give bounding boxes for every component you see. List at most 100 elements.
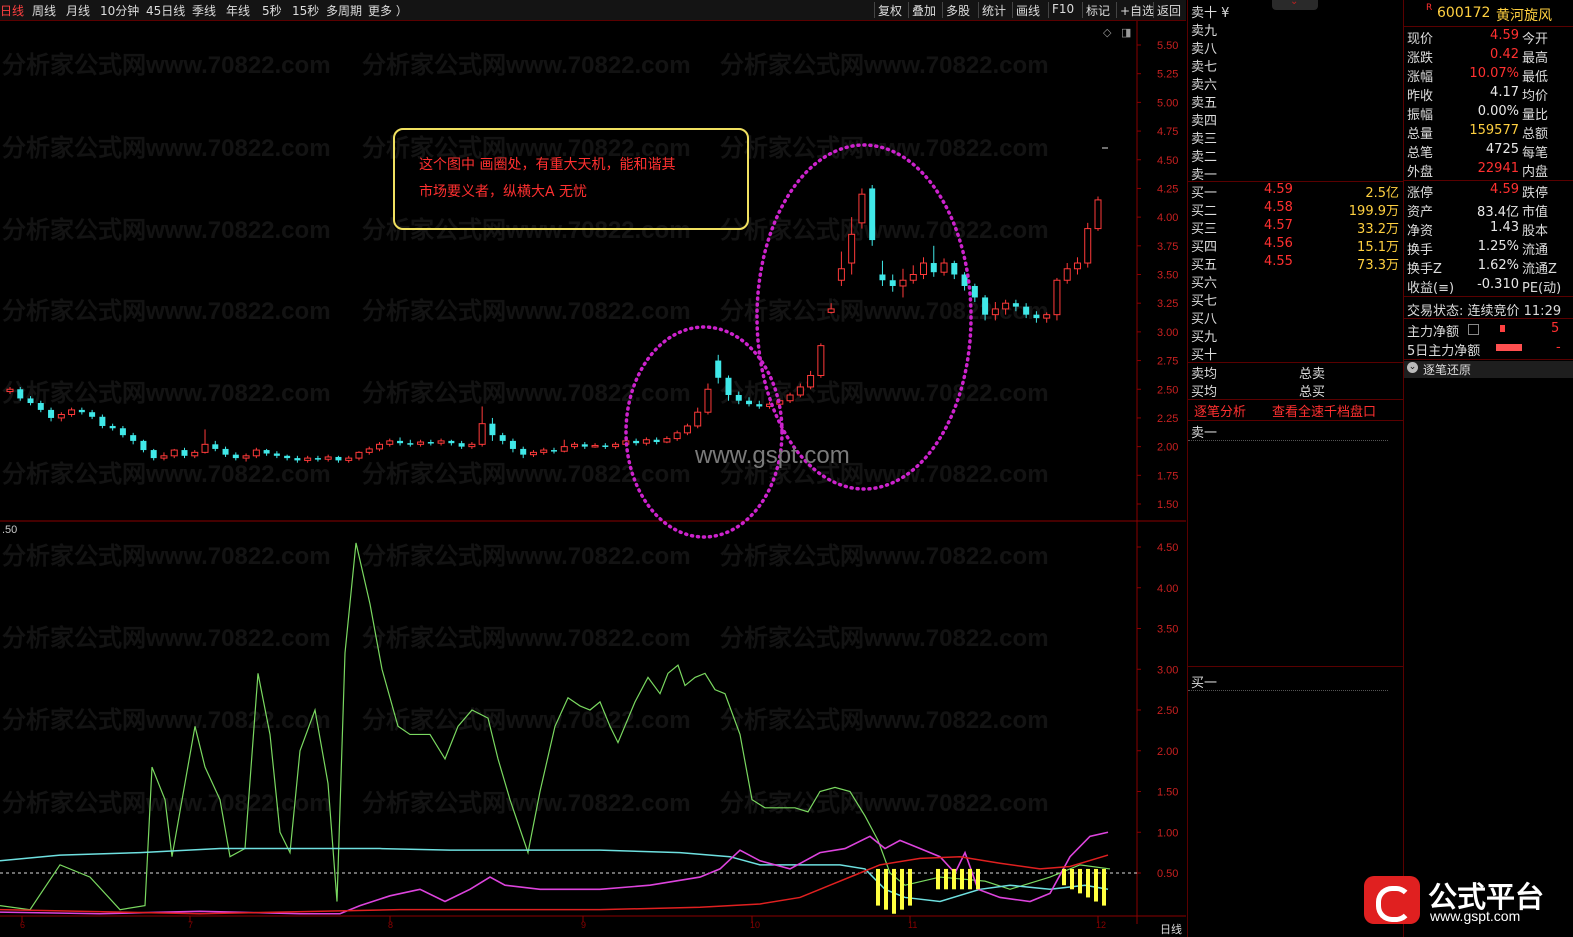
- histogram-bar: [1102, 868, 1106, 906]
- candle-body: [489, 423, 496, 436]
- red-indicator-line: [0, 854, 1109, 915]
- watermark-text: 分析家公式网www.70822.com: [2, 706, 331, 734]
- annotation-line-2: 市场要义者，纵横大A 无忧: [419, 184, 588, 200]
- candle-body: [551, 450, 557, 452]
- candle-body: [119, 428, 126, 436]
- sell-level-3: 卖三: [1191, 132, 1218, 147]
- annotation-box: 这个图中 画圈处，有重大天机，能和谐其 市场要义者，纵横大A 无忧: [393, 128, 749, 230]
- candle-body: [520, 448, 527, 455]
- tick-analysis-link[interactable]: 逐笔分析: [1194, 401, 1246, 420]
- candle-body: [212, 444, 219, 449]
- candle-body: [971, 285, 978, 298]
- buy-level-volume: 15.1万: [1357, 240, 1399, 255]
- indicator-axis-label: 0.50: [1157, 868, 1178, 880]
- candle-body: [899, 279, 907, 287]
- quote-right-label: 总额: [1522, 127, 1549, 142]
- info-icon[interactable]: [1468, 324, 1479, 335]
- histogram-bar: [976, 868, 980, 890]
- candle-body: [89, 412, 96, 417]
- candle-body: [982, 297, 989, 315]
- watermark-text: 分析家公式网www.70822.com: [2, 216, 331, 244]
- toolbar-divider: [942, 2, 943, 18]
- price-axis-label: 4.00: [1157, 212, 1178, 224]
- period-label: 日线: [1160, 923, 1182, 936]
- quote-right-label: PE(动): [1522, 281, 1562, 296]
- quote-right-label: 最高: [1522, 51, 1549, 66]
- buy-level-label: 买九: [1191, 330, 1218, 345]
- tool-button-4[interactable]: 画线: [1016, 2, 1040, 19]
- candle-body: [48, 409, 55, 418]
- buy-avg-label: 买均: [1191, 385, 1218, 400]
- tool-button-8[interactable]: 返回: [1157, 2, 1181, 19]
- toolbar-divider: [1012, 2, 1013, 18]
- quote-label: 昨收: [1407, 89, 1434, 104]
- candle-body: [540, 449, 548, 453]
- candle-body: [407, 443, 414, 445]
- quote-right-label: 量比: [1522, 108, 1549, 123]
- toolbar-divider: [1048, 2, 1049, 18]
- period-tab-10[interactable]: 更多 ）: [368, 2, 408, 19]
- period-tab-4[interactable]: 45日线: [146, 2, 185, 19]
- tool-button-0[interactable]: 复权: [878, 2, 902, 19]
- candle-body: [940, 262, 948, 273]
- buy-level-volume: 199.9万: [1348, 204, 1399, 219]
- period-tab-7[interactable]: 5秒: [262, 2, 282, 19]
- tool-button-3[interactable]: 统计: [982, 2, 1006, 19]
- price-axis-label: 5.00: [1157, 97, 1178, 109]
- sell-level-9: 卖九: [1191, 24, 1218, 39]
- quote-label: 涨停: [1407, 186, 1434, 201]
- watermark-text: 分析家公式网www.70822.com: [2, 542, 331, 570]
- watermark-text: 分析家公式网www.70822.com: [720, 789, 1049, 817]
- candle-body: [386, 440, 394, 445]
- period-tab-2[interactable]: 月线: [66, 2, 90, 19]
- full-depth-link[interactable]: 查看全速千档盘口: [1272, 401, 1376, 420]
- period-tab-3[interactable]: 10分钟: [100, 2, 139, 19]
- price-axis-label: 2.50: [1157, 384, 1178, 396]
- buy-level-price: 4.58: [1264, 200, 1293, 215]
- main-flow-value: 5: [1551, 321, 1560, 336]
- center-watermark: www.gspt.com: [695, 442, 850, 469]
- buy-level-volume: 73.3万: [1357, 258, 1399, 273]
- period-tab-1[interactable]: 周线: [32, 2, 56, 19]
- sell-total-label: 总卖: [1299, 367, 1326, 382]
- watermark-text: 分析家公式网www.70822.com: [2, 460, 331, 488]
- candle-body: [6, 388, 14, 393]
- buy-level-price: 4.56: [1264, 236, 1293, 251]
- candle-body: [160, 455, 168, 459]
- annotation-line-1: 这个图中 画圈处，有重大天机，能和谐其: [419, 157, 676, 173]
- histogram-bar: [900, 868, 904, 910]
- sell-avg-label: 卖均: [1191, 367, 1218, 382]
- watermark-text: 分析家公式网www.70822.com: [720, 51, 1049, 79]
- period-tab-8[interactable]: 15秒: [292, 2, 319, 19]
- period-tab-9[interactable]: 多周期: [326, 2, 362, 19]
- histogram-bar: [876, 868, 880, 906]
- period-tab-6[interactable]: 年线: [226, 2, 250, 19]
- collapse-tab[interactable]: ⌄: [1272, 0, 1318, 10]
- candle-body: [529, 451, 537, 456]
- tick-sell1-label: 卖一: [1191, 426, 1218, 441]
- quote-right-label: 流通: [1522, 243, 1549, 258]
- buy-level-volume: 2.5亿: [1365, 186, 1399, 201]
- quote-right-label: 内盘: [1522, 165, 1549, 180]
- flow5-value: -: [1556, 340, 1561, 355]
- tool-button-1[interactable]: 叠加: [912, 2, 936, 19]
- histogram-bar: [884, 868, 888, 910]
- indicator-axis-label: 3.50: [1157, 624, 1178, 636]
- quote-right-label: 今开: [1522, 32, 1549, 47]
- candle-body: [376, 443, 384, 450]
- tool-button-7[interactable]: +自选: [1120, 2, 1154, 19]
- candle-body: [130, 435, 137, 441]
- tool-button-5[interactable]: F10: [1052, 2, 1074, 16]
- watermark-text: 分析家公式网www.70822.com: [362, 706, 691, 734]
- tool-button-2[interactable]: 多股: [946, 2, 970, 19]
- sell-level-7: 卖七: [1191, 60, 1218, 75]
- period-tab-0[interactable]: 日线: [0, 2, 24, 19]
- gspt-logo: 公式平台 www.gspt.com: [1364, 872, 1556, 928]
- restore-row[interactable]: ⌄ 逐笔还原: [1404, 361, 1573, 378]
- price-axis-label: 3.00: [1157, 327, 1178, 339]
- candle-body: [201, 443, 209, 453]
- watermark-text: 分析家公式网www.70822.com: [720, 297, 1049, 325]
- tool-button-6[interactable]: 标记: [1086, 2, 1110, 19]
- histogram-bar: [1094, 868, 1098, 902]
- period-tab-5[interactable]: 季线: [192, 2, 216, 19]
